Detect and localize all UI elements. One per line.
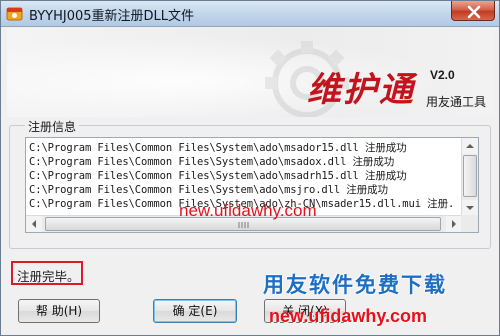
close-window-button[interactable] [451, 1, 495, 21]
scroll-right-arrow-icon[interactable] [446, 216, 462, 232]
title-bar[interactable]: BYYHJ005重新注册DLL文件 [1, 1, 499, 27]
promo-watermark: 用友软件免费下载 [263, 273, 447, 297]
log-line: C:\Program Files\Common Files\System\ado… [29, 170, 407, 182]
window-title: BYYHJ005重新注册DLL文件 [29, 9, 195, 24]
register-dll-window: BYYHJ005重新注册DLL文件 维护通 V2.0 用友通工具 注册信息 C:… [0, 0, 500, 336]
app-icon [6, 5, 23, 22]
status-highlight-box: 注册完毕。 [11, 261, 83, 285]
watermark-url-top: new.ufidawhy.com [179, 201, 317, 220]
log-line: C:\Program Files\Common Files\System\ado… [29, 142, 407, 154]
scroll-left-arrow-icon[interactable] [26, 216, 42, 232]
registration-info-label: 注册信息 [25, 118, 80, 135]
product-subtitle: 用友通工具 [426, 95, 487, 109]
version-label: V2.0 [430, 68, 455, 82]
help-button[interactable]: 帮 助(H) [18, 299, 100, 323]
header-banner: 维护通 V2.0 用友通工具 [7, 28, 495, 117]
close-icon [466, 4, 482, 19]
ok-button[interactable]: 确 定(E) [153, 299, 237, 323]
scroll-down-arrow-icon[interactable] [462, 200, 478, 216]
log-line: C:\Program Files\Common Files\System\ado… [29, 156, 395, 168]
status-message: 注册完毕。 [17, 269, 80, 284]
vertical-scroll-thumb[interactable] [463, 155, 477, 197]
scroll-up-arrow-icon[interactable] [462, 138, 478, 154]
vertical-scrollbar[interactable] [461, 138, 478, 217]
scroll-corner [461, 215, 478, 232]
grip-icon [238, 222, 249, 228]
watermark-url-bottom: new.ufidawhy.com [269, 306, 428, 326]
log-line: C:\Program Files\Common Files\System\ado… [29, 184, 388, 196]
brand-logo: 维护通 [307, 70, 415, 110]
